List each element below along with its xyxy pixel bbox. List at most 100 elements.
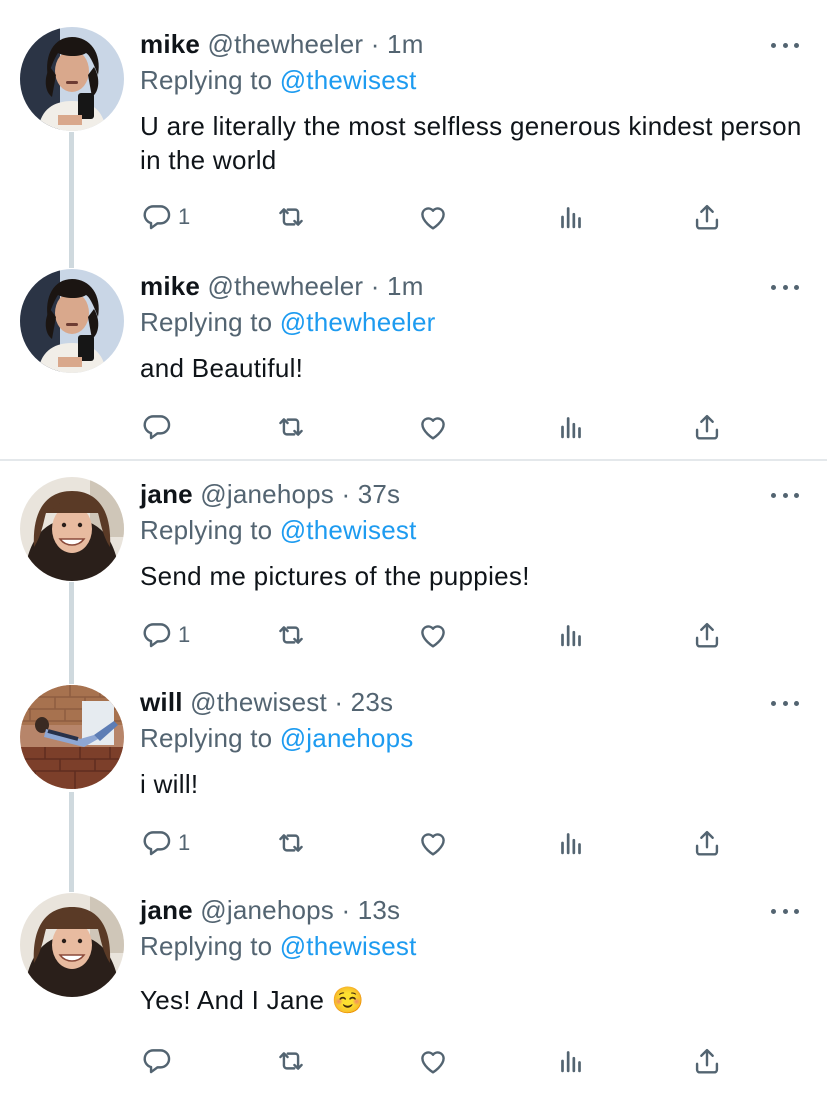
avatar[interactable] — [20, 27, 124, 131]
reply-button[interactable]: 1 — [140, 199, 190, 235]
retweet-icon — [274, 410, 308, 444]
share-icon — [690, 618, 724, 652]
separator-dot: · — [334, 687, 344, 717]
retweet-icon — [274, 826, 308, 860]
user-handle[interactable]: @thewisest — [190, 687, 327, 717]
share-icon — [690, 200, 724, 234]
retweet-button[interactable] — [274, 1043, 308, 1079]
tweet-actions — [140, 1043, 740, 1079]
mention-link[interactable]: @thewisest — [280, 931, 417, 961]
bar-chart-icon — [554, 200, 588, 234]
tweet-header: mike @thewheeler · 1m — [140, 269, 807, 303]
reply-icon — [140, 200, 174, 234]
replying-to: Replying to @thewisest — [140, 63, 807, 97]
separator-dot: · — [341, 895, 351, 925]
analytics-button[interactable] — [554, 617, 588, 653]
mention-link[interactable]: @thewheeler — [280, 307, 436, 337]
share-button[interactable] — [690, 825, 724, 861]
avatar[interactable] — [20, 477, 124, 581]
tweet[interactable]: jane @janehops · 13s Replying to @thewis… — [0, 893, 827, 1093]
tweet[interactable]: will @thewisest · 23s Replying to @janeh… — [0, 685, 827, 875]
reply-button[interactable]: 1 — [140, 617, 190, 653]
reply-button[interactable]: 1 — [140, 825, 190, 861]
bar-chart-icon — [554, 618, 588, 652]
tweet-header: will @thewisest · 23s — [140, 685, 807, 719]
user-handle[interactable]: @thewheeler — [208, 29, 364, 59]
mike-avatar-icon — [20, 269, 124, 373]
mention-link[interactable]: @thewisest — [280, 515, 417, 545]
user-handle[interactable]: @thewheeler — [208, 271, 364, 301]
user-handle[interactable]: @janehops — [200, 895, 334, 925]
avatar[interactable] — [20, 685, 124, 789]
timestamp[interactable]: 23s — [351, 687, 394, 717]
more-options-icon[interactable] — [771, 693, 799, 713]
thread-divider — [0, 459, 827, 461]
reply-icon — [140, 618, 174, 652]
display-name[interactable]: will — [140, 687, 183, 717]
reply-count: 1 — [178, 622, 191, 647]
reply-icon — [140, 1044, 174, 1078]
more-options-icon[interactable] — [771, 35, 799, 55]
tweet-header: jane @janehops · 37s — [140, 477, 807, 511]
replying-to-label: Replying to — [140, 931, 273, 961]
timestamp[interactable]: 1m — [387, 271, 424, 301]
timestamp[interactable]: 13s — [358, 895, 401, 925]
replying-to: Replying to @janehops — [140, 721, 807, 755]
retweet-button[interactable] — [274, 825, 308, 861]
analytics-button[interactable] — [554, 199, 588, 235]
avatar[interactable] — [20, 269, 124, 373]
display-name[interactable]: jane — [140, 479, 193, 509]
display-name[interactable]: jane — [140, 895, 193, 925]
separator-dot: · — [341, 479, 351, 509]
retweet-button[interactable] — [274, 409, 308, 445]
retweet-button[interactable] — [274, 199, 308, 235]
more-options-icon[interactable] — [771, 901, 799, 921]
tweet-header: mike @thewheeler · 1m — [140, 27, 807, 61]
heart-icon — [416, 410, 450, 444]
like-button[interactable] — [416, 617, 450, 653]
like-button[interactable] — [416, 1043, 450, 1079]
heart-icon — [416, 618, 450, 652]
display-name[interactable]: mike — [140, 271, 200, 301]
avatar[interactable] — [20, 893, 124, 997]
more-options-icon[interactable] — [771, 485, 799, 505]
retweet-icon — [274, 1044, 308, 1078]
analytics-button[interactable] — [554, 825, 588, 861]
more-options-icon[interactable] — [771, 277, 799, 297]
timestamp[interactable]: 37s — [358, 479, 401, 509]
timestamp[interactable]: 1m — [387, 29, 424, 59]
analytics-button[interactable] — [554, 1043, 588, 1079]
mike-avatar-icon — [20, 27, 124, 131]
replying-to-label: Replying to — [140, 515, 273, 545]
mention-link[interactable]: @thewisest — [280, 65, 417, 95]
mention-link[interactable]: @janehops — [280, 723, 414, 753]
reply-count: 1 — [178, 830, 191, 855]
share-button[interactable] — [690, 199, 724, 235]
analytics-button[interactable] — [554, 409, 588, 445]
tweet-content: mike @thewheeler · 1m Replying to @thewh… — [140, 269, 807, 385]
like-button[interactable] — [416, 825, 450, 861]
separator-dot: · — [370, 271, 380, 301]
share-icon — [690, 826, 724, 860]
share-button[interactable] — [690, 617, 724, 653]
display-name[interactable]: mike — [140, 29, 200, 59]
heart-icon — [416, 826, 450, 860]
tweet[interactable]: mike @thewheeler · 1m Replying to @thewi… — [0, 27, 827, 237]
like-button[interactable] — [416, 199, 450, 235]
like-button[interactable] — [416, 409, 450, 445]
share-button[interactable] — [690, 1043, 724, 1079]
separator-dot: · — [370, 29, 380, 59]
bar-chart-icon — [554, 826, 588, 860]
retweet-icon — [274, 200, 308, 234]
user-handle[interactable]: @janehops — [200, 479, 334, 509]
tweet[interactable]: jane @janehops · 37s Replying to @thewis… — [0, 477, 827, 667]
retweet-button[interactable] — [274, 617, 308, 653]
replying-to-label: Replying to — [140, 307, 273, 337]
bar-chart-icon — [554, 410, 588, 444]
tweet-content: jane @janehops · 13s Replying to @thewis… — [140, 893, 807, 1017]
share-button[interactable] — [690, 409, 724, 445]
replying-to-label: Replying to — [140, 65, 273, 95]
reply-button[interactable] — [140, 409, 178, 445]
tweet[interactable]: mike @thewheeler · 1m Replying to @thewh… — [0, 269, 827, 459]
reply-button[interactable] — [140, 1043, 178, 1079]
